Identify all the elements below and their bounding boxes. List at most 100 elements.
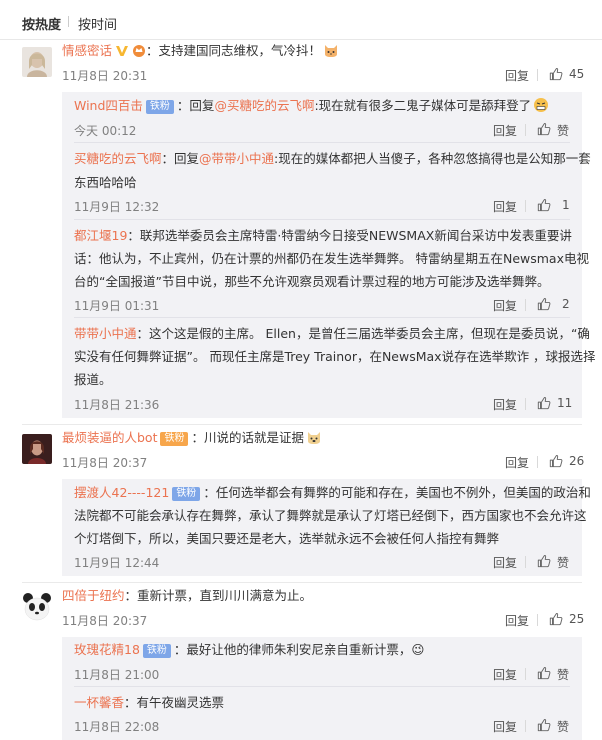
reply-button[interactable]: 回复 [505, 454, 529, 471]
reply-button[interactable]: 回复 [493, 297, 517, 314]
mention-link[interactable]: @买糖吃的云飞啊 [214, 98, 314, 113]
reply-list: Wind四百击 铁粉 ：回复@买糖吃的云飞啊:现在就有很多二鬼子媒体可是舔拜登了 今… [62, 92, 596, 418]
like-count: 26 [569, 454, 585, 468]
action-divider [525, 556, 526, 568]
like-icon[interactable] [537, 198, 551, 212]
reply-button[interactable]: 回复 [493, 718, 517, 735]
reply-text-line: 台的“全国报道”节目中说，那些不允许观察员观看计票过程的地方可能涉及选举舞弊。 [74, 274, 550, 289]
reply-button[interactable]: 回复 [493, 396, 517, 413]
action-divider [537, 614, 538, 626]
reply-text-line: 法院都不可能会承认存在舞弊，承认了舞弊就是承认了灯塔已经倒下，西方国家也不会允许… [74, 508, 587, 523]
reply-text: ：有午夜幽灵选票 [124, 695, 225, 710]
reply-line: 买糖吃的云飞啊：回复@带带小中通:现在的媒体都把人当傻子，各种忽悠搞得也是公知那… [74, 148, 591, 170]
like-icon[interactable] [537, 297, 551, 311]
reply-prefix: ：回复 [161, 151, 200, 166]
reply-button[interactable]: 回复 [493, 122, 517, 139]
sort-tab-time[interactable]: 按时间 [78, 14, 117, 33]
vip-badge-icon [116, 46, 129, 56]
reply-line: 带带小中通：这个这是假的主席。 Ellen，是曾任三届选举委员会主席，但现在是委… [74, 323, 590, 345]
reply-author[interactable]: 玫瑰花精18 [74, 642, 140, 657]
comment-author[interactable]: 四倍于纽约 [62, 588, 125, 603]
reply-time: 今天 00:12 [74, 124, 137, 138]
like-count: 45 [569, 67, 585, 81]
comment-time: 11月8日 20:37 [62, 456, 148, 470]
reply-line: 都江堰19：联邦选举委员会主席特雷·特雷纳今日接受NEWSMAX新闻台采访中发表… [74, 225, 572, 247]
reply-divider [74, 219, 570, 220]
action-divider [525, 299, 526, 311]
reply-author[interactable]: 一杯馨香 [74, 695, 124, 710]
reply-button[interactable]: 回复 [493, 554, 517, 571]
like-label: 赞 [557, 124, 570, 138]
like-icon[interactable] [537, 666, 551, 680]
comment-line: 情感密话 ：支持建国同志维权，气冷抖！ [62, 42, 339, 60]
reply-text-line: 话：他认为，不止宾州，仍在计票的州都仍在发生选举舞弊。 特雷纳星期五在Newsm… [74, 251, 589, 266]
reply-time: 11月8日 21:36 [74, 398, 160, 412]
reply-text: ：最好让他的律师朱利安尼亲自重新计票，😉 [173, 642, 425, 657]
reply-line: Wind四百击 铁粉 ：回复@买糖吃的云飞啊:现在就有很多二鬼子媒体可是舔拜登了 [74, 95, 549, 117]
like-icon[interactable] [537, 554, 551, 568]
avatar[interactable] [22, 47, 52, 77]
mention-link[interactable]: @带带小中通 [199, 151, 274, 166]
like-count: 1 [562, 198, 570, 212]
action-divider [537, 456, 538, 468]
reply-time: 11月8日 22:08 [74, 720, 160, 734]
comment-line: 四倍于纽约：重新计票，直到川川满意为止。 [62, 587, 312, 605]
action-divider [525, 398, 526, 410]
cat-emoji-icon [325, 45, 338, 57]
fan-badge: 铁粉 [145, 100, 174, 114]
reply-author[interactable]: 买糖吃的云飞啊 [74, 151, 162, 166]
like-icon[interactable] [549, 67, 563, 81]
reply-button[interactable]: 回复 [493, 198, 517, 215]
comment-time: 11月8日 20:37 [62, 614, 148, 628]
reply-line: 摆渡人42----121 铁粉 ：任何选举都会有舞弊的可能和存在，美国也不例外，但美… [74, 482, 591, 504]
reply-time: 11月9日 01:31 [74, 299, 160, 313]
avatar[interactable] [22, 434, 52, 464]
action-divider [525, 200, 526, 212]
reply-line: 玫瑰花精18 铁粉 ：最好让他的律师朱利安尼亲自重新计票，😉 [74, 639, 424, 661]
like-icon[interactable] [549, 612, 563, 626]
sort-divider [68, 16, 69, 27]
reply-text: :现在的媒体都把人当傻子，各种忽悠搞得也是公知那一套 [274, 151, 591, 166]
comment-divider [22, 582, 582, 583]
like-icon[interactable] [537, 122, 551, 136]
reply-author[interactable]: 带带小中通 [74, 326, 137, 341]
reply-author[interactable]: Wind四百击 [74, 98, 143, 113]
reply-button[interactable]: 回复 [505, 67, 529, 84]
reply-text-line: 报道。 [74, 372, 112, 387]
sort-tab-hot[interactable]: 按热度 [22, 14, 61, 33]
reply-button[interactable]: 回复 [505, 612, 529, 629]
like-icon[interactable] [549, 454, 563, 468]
like-icon[interactable] [537, 718, 551, 732]
comment-author[interactable]: 情感密话 [62, 43, 112, 58]
comment-time: 11月8日 20:31 [62, 69, 148, 83]
reply-text: ：这个这是假的主席。 Ellen，是曾任三届选举委员会主席，但现在是委员说，“确 [136, 326, 590, 341]
reply-text-line: 个灯塔倒下，所以，美国只要还是老大，选举就永远不会被任何人指控有舞弊 [74, 531, 500, 546]
like-count: 11 [557, 396, 573, 410]
fan-badge: 铁粉 [160, 432, 189, 446]
fan-badge: 铁粉 [142, 644, 171, 658]
reply-text-line: 实没有任何舞弊证据”。 而现任主席是Trey Trainor，在NewsMax说… [74, 349, 596, 364]
comment-divider [22, 424, 582, 425]
reply-text: ：任何选举都会有舞弊的可能和存在，美国也不例外，但美国的政治和 [203, 485, 591, 500]
reply-author[interactable]: 都江堰19 [74, 228, 127, 243]
like-icon[interactable] [537, 396, 551, 410]
comment-line: 最烦装逼的人bot 铁粉 ：川说的话就是证据 [62, 429, 322, 447]
reply-text-line: 东西哈哈哈 [74, 175, 137, 190]
reply-author[interactable]: 摆渡人42----121 [74, 485, 169, 500]
like-label: 赞 [557, 556, 570, 570]
avatar[interactable] [22, 592, 52, 622]
action-divider [537, 69, 538, 81]
reply-time: 11月8日 21:00 [74, 668, 160, 682]
comment-author[interactable]: 最烦装逼的人bot [62, 430, 157, 445]
reply-text: ：联邦选举委员会主席特雷·特雷纳今日接受NEWSMAX新闻台采访中发表重要讲 [127, 228, 572, 243]
reply-button[interactable]: 回复 [493, 666, 517, 683]
action-divider [525, 668, 526, 680]
reply-divider [74, 142, 570, 143]
fan-badge: 铁粉 [172, 487, 201, 501]
action-divider [525, 720, 526, 732]
comment-text: ：川说的话就是证据 [191, 430, 304, 445]
doge-emoji-icon [308, 432, 320, 444]
reply-time: 11月9日 12:32 [74, 200, 160, 214]
reply-list: 摆渡人42----121 铁粉 ：任何选举都会有舞弊的可能和存在，美国也不例外，但美… [62, 479, 591, 576]
like-count: 25 [569, 612, 585, 626]
